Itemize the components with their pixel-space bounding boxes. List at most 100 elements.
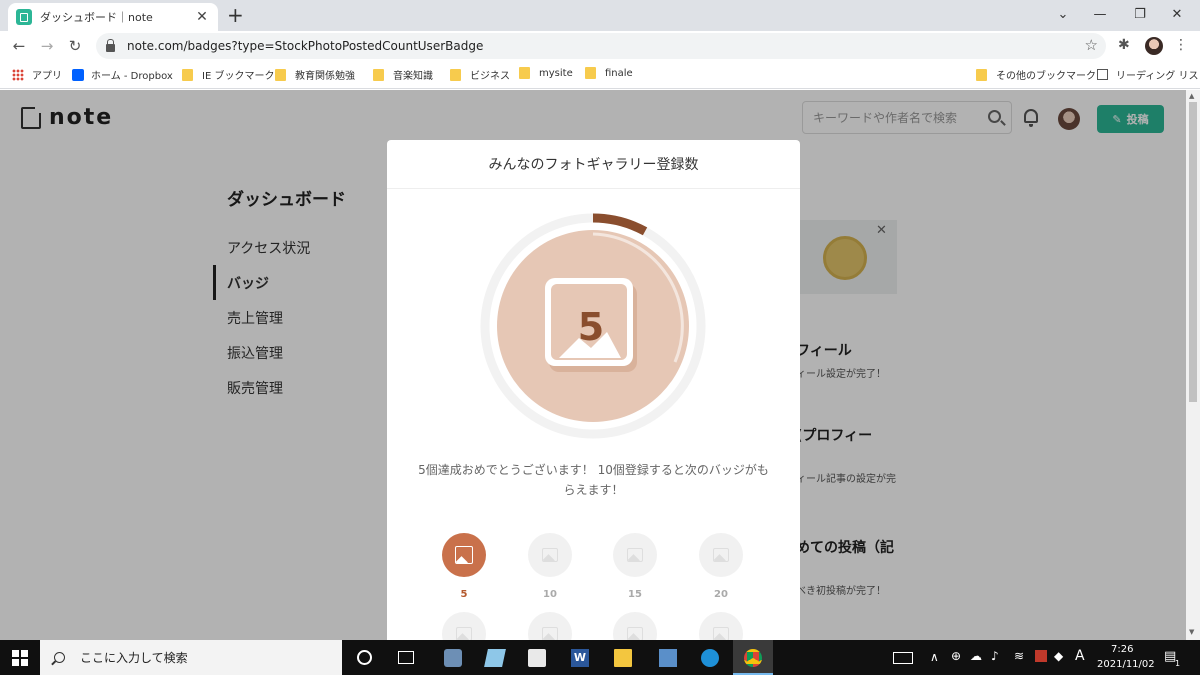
bookmark-label: 教育関係勉強 <box>295 71 355 82</box>
bookmark-label: 音楽知識 <box>393 71 433 82</box>
folder-icon <box>976 68 987 81</box>
milestone-badge-icon <box>613 612 657 640</box>
note-favicon-icon <box>16 9 32 25</box>
file-explorer-icon[interactable] <box>614 649 632 667</box>
search-icon <box>54 652 65 663</box>
notification-count: 1 <box>1175 659 1181 668</box>
profile-avatar[interactable] <box>1145 37 1163 55</box>
extensions-puzzle-icon[interactable]: ✱ <box>1118 37 1130 53</box>
bookmark-label: finale <box>605 67 633 79</box>
back-arrow-icon[interactable]: ← <box>8 35 30 57</box>
tab-close-icon[interactable]: ✕ <box>194 9 210 25</box>
window-close-icon[interactable]: ✕ <box>1154 0 1200 28</box>
milestone-badge-icon <box>699 533 743 577</box>
safari-icon[interactable] <box>701 649 719 667</box>
bookmark-label: その他のブックマーク <box>996 71 1096 82</box>
scroll-thumb[interactable] <box>1189 102 1197 402</box>
bookmark-folder[interactable]: mysite <box>519 67 573 79</box>
chrome-menu-icon[interactable]: ⋮ <box>1174 37 1188 53</box>
modal-backdrop-top[interactable] <box>0 90 1186 146</box>
milestone-badge-icon <box>442 533 486 577</box>
modal-message: 5個達成おめでとうございます！ 10個登録すると次のバッジがもらえます！ <box>418 463 769 497</box>
taskbar-search-placeholder: ここに入力して検索 <box>80 651 188 665</box>
bookmark-label: アプリ <box>32 71 62 82</box>
milestone-label: 20 <box>714 589 728 600</box>
page-scrollbar[interactable]: ▲ ▼ <box>1186 90 1200 640</box>
milestone-next-row <box>699 612 743 640</box>
milestone-20: 20 <box>699 533 743 600</box>
milestone-next-row <box>442 612 486 640</box>
reading-list-icon <box>1097 69 1108 80</box>
clock-time[interactable]: 7:26 <box>1111 644 1133 655</box>
bookmark-star-icon[interactable]: ☆ <box>1085 36 1098 54</box>
other-bookmarks[interactable]: その他のブックマーク <box>976 67 1096 82</box>
clock-date[interactable]: 2021/11/02 <box>1097 659 1155 670</box>
browser-tab-strip: ダッシュボード｜note ✕ + ⌄ — ❐ ✕ <box>0 0 1200 31</box>
word-icon[interactable]: W <box>571 649 589 667</box>
folder-icon <box>519 67 530 79</box>
bookmark-folder[interactable]: finale <box>585 67 633 79</box>
notes-app-icon[interactable] <box>484 649 506 667</box>
browser-toolbar: ← → ↻ note.com/badges?type=StockPhotoPos… <box>0 31 1200 61</box>
cortana-icon[interactable] <box>357 650 372 665</box>
bookmark-folder[interactable]: 教育関係勉強 <box>275 67 355 82</box>
task-view-icon[interactable] <box>398 651 414 664</box>
milestone-next-row <box>613 612 657 640</box>
wifi-icon[interactable]: ≋ <box>1014 649 1024 663</box>
milestone-5: 5 <box>442 533 486 600</box>
folder-icon <box>373 68 384 81</box>
bookmark-apps[interactable]: アプリ <box>12 67 62 82</box>
meet-icon[interactable]: ⊕ <box>951 649 961 663</box>
reading-list[interactable]: リーディング リスト <box>1097 67 1200 82</box>
milestone-badge-icon <box>442 612 486 640</box>
lock-icon <box>106 38 115 52</box>
bookmark-label: ビジネス <box>470 71 510 82</box>
scroll-down-icon[interactable]: ▼ <box>1189 628 1194 636</box>
bookmark-label: リーディング リスト <box>1116 71 1200 82</box>
milestone-badge-icon <box>699 612 743 640</box>
onedrive-cloud-icon[interactable]: ☁ <box>970 649 982 663</box>
milestone-label: 15 <box>628 589 642 600</box>
reload-icon[interactable]: ↻ <box>64 35 86 57</box>
folder-icon <box>585 67 596 79</box>
badge-modal: みんなのフォトギャラリー登録数 5 5個達成おめでとうございます！ 10個登録す… <box>387 140 800 640</box>
browser-tab[interactable]: ダッシュボード｜note ✕ <box>8 3 218 31</box>
app-tray-icon[interactable] <box>1035 650 1047 662</box>
taskbar-search[interactable]: ここに入力して検索 <box>40 640 342 675</box>
milestone-next-row <box>528 612 572 640</box>
folder-icon <box>182 68 193 81</box>
modal-title: みんなのフォトギャラリー登録数 <box>387 140 800 189</box>
keyboard-icon[interactable] <box>893 652 913 664</box>
milestone-15: 15 <box>613 533 657 600</box>
tray-overflow-icon[interactable]: ∧ <box>930 650 939 664</box>
bookmark-folder[interactable]: 音楽知識 <box>373 67 433 82</box>
bookmark-folder[interactable]: IE ブックマーク <box>182 67 274 82</box>
store-icon[interactable] <box>528 649 546 667</box>
milestone-label: 5 <box>460 589 468 600</box>
milestone-badge-icon <box>528 533 572 577</box>
dropbox-icon <box>72 68 84 81</box>
chrome-icon[interactable] <box>744 649 762 667</box>
new-tab-icon[interactable]: + <box>227 3 244 27</box>
address-bar[interactable]: note.com/badges?type=StockPhotoPostedCou… <box>96 33 1106 59</box>
milestone-badge-icon <box>613 533 657 577</box>
bookmark-label: IE ブックマーク <box>202 71 275 82</box>
dropbox-tray-icon[interactable]: ◆ <box>1054 649 1063 663</box>
scroll-up-icon[interactable]: ▲ <box>1189 92 1194 100</box>
windows-start-icon[interactable] <box>12 650 28 666</box>
bookmark-folder[interactable]: ビジネス <box>450 67 510 82</box>
milestone-label: 10 <box>543 589 557 600</box>
volume-icon[interactable]: ♪ <box>991 649 999 663</box>
ime-indicator[interactable]: A <box>1075 648 1085 664</box>
url-text: note.com/badges?type=StockPhotoPostedCou… <box>127 39 484 53</box>
network-app-icon[interactable] <box>444 649 462 667</box>
bookmark-dropbox[interactable]: ホーム - Dropbox <box>72 67 173 82</box>
bookmark-label: mysite <box>539 67 573 79</box>
milestone-badge-icon <box>528 612 572 640</box>
apps-grid-icon <box>12 68 24 81</box>
bookmark-label: ホーム - Dropbox <box>91 71 173 82</box>
windows-taskbar: ここに入力して検索 W ∧ ⊕ ☁ ♪ ≋ ◆ A 7:26 2021/11/0… <box>0 640 1200 675</box>
app-icon[interactable] <box>659 649 677 667</box>
forward-arrow-icon[interactable]: → <box>36 35 58 57</box>
bookmarks-bar: アプリ ホーム - Dropbox IE ブックマーク 教育関係勉強 音楽知識 … <box>0 61 1200 89</box>
